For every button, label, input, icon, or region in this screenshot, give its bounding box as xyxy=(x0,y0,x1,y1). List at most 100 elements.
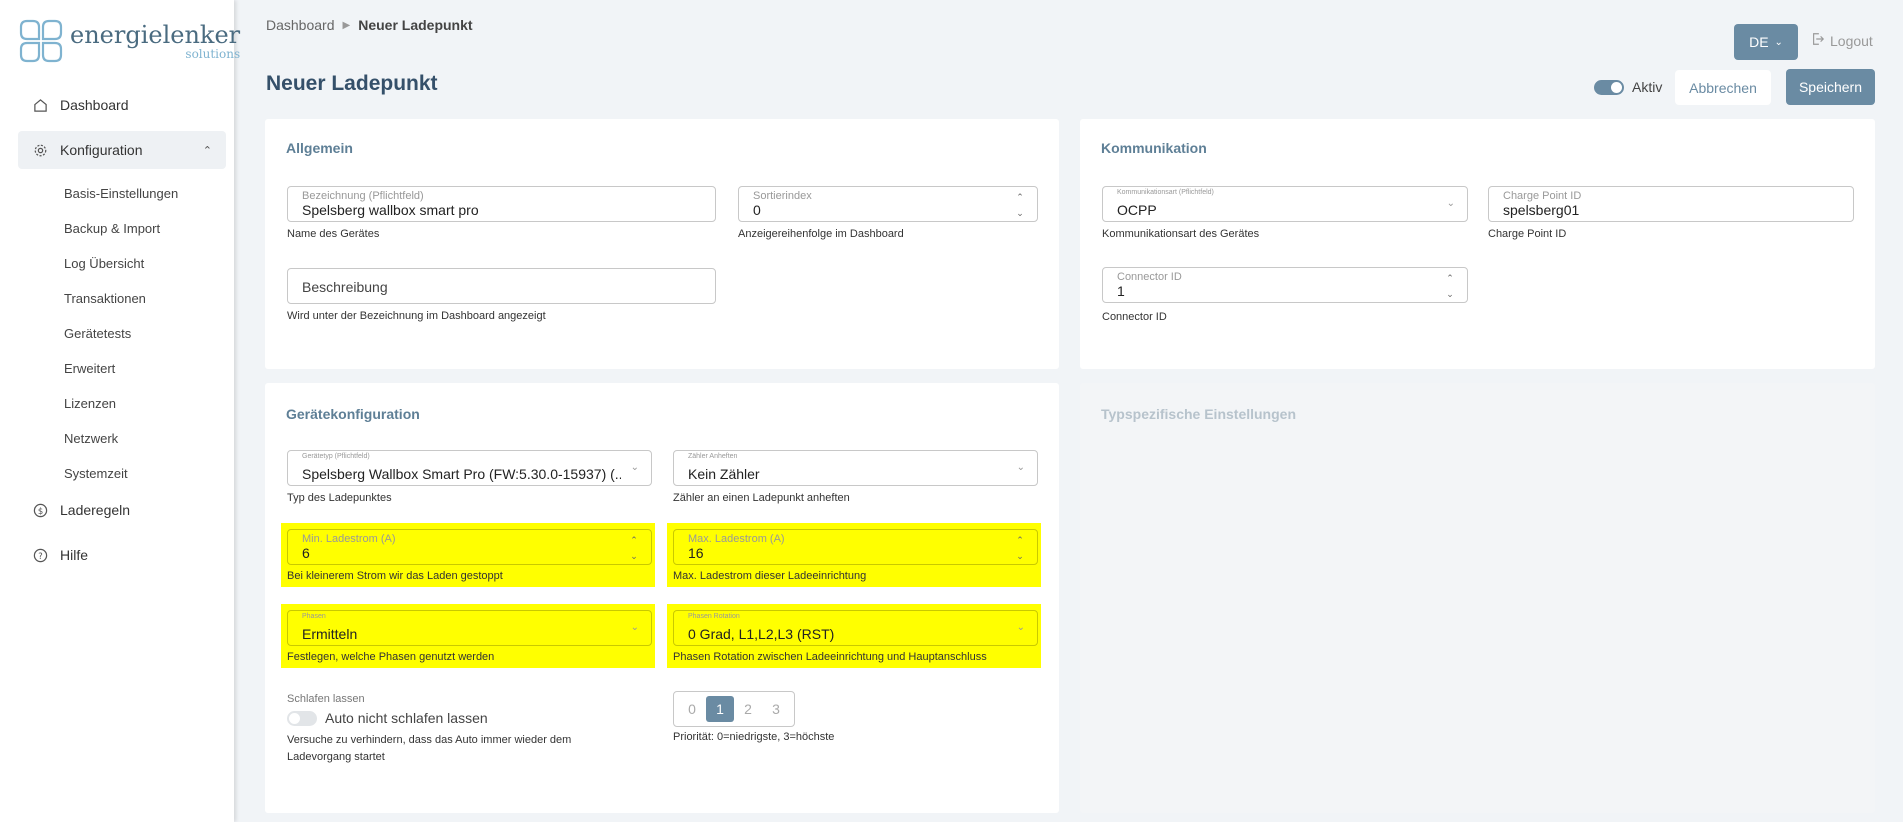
priority-setting: 0 1 2 3 Priorität: 0=niedrigste, 3=höchs… xyxy=(673,691,834,743)
connector-id-input[interactable]: Connector ID 1 ⌃ ⌄ xyxy=(1102,267,1468,303)
subnav-item[interactable]: Transaktionen xyxy=(64,281,226,316)
field-help: Phasen Rotation zwischen Ladeeinrichtung… xyxy=(673,651,987,663)
logo-name: energielenker xyxy=(70,20,241,49)
save-button[interactable]: Speichern xyxy=(1786,69,1875,105)
logo-sub: solutions xyxy=(185,46,241,61)
breadcrumb: Dashboard ▶ Neuer Ladepunkt xyxy=(266,17,473,33)
chevron-down-icon: ⌄ xyxy=(630,622,639,633)
active-toggle[interactable]: Aktiv xyxy=(1594,79,1662,95)
field-label: Gerätetyp (Pflichtfeld) xyxy=(302,453,370,460)
field-phasen: Phasen Ermitteln ⌄ Festlegen, welche Pha… xyxy=(281,604,655,668)
field-connector-id: Connector ID 1 ⌃ ⌄ Connector ID xyxy=(1102,267,1468,326)
nav-dashboard[interactable]: Dashboard xyxy=(18,86,226,124)
cancel-button[interactable]: Abbrechen xyxy=(1675,70,1771,105)
priority-option[interactable]: 3 xyxy=(762,696,790,722)
field-value: 16 xyxy=(688,545,704,561)
chevron-down-icon: ⌄ xyxy=(1016,622,1025,633)
card-typspezifisch: Typspezifische Einstellungen xyxy=(1080,383,1875,813)
language-button[interactable]: DE ⌄ xyxy=(1734,24,1798,60)
breadcrumb-dashboard[interactable]: Dashboard xyxy=(266,17,335,33)
stepper-icon[interactable]: ⌃ ⌄ xyxy=(1445,272,1455,300)
subnav-item[interactable]: Gerätetests xyxy=(64,316,226,351)
field-value: 0 Grad, L1,L2,L3 (RST) xyxy=(688,626,835,642)
sortierindex-input[interactable]: Sortierindex 0 ⌃ ⌄ xyxy=(738,186,1038,222)
priority-selector[interactable]: 0 1 2 3 xyxy=(673,691,795,727)
field-label: Zähler Anheften xyxy=(688,453,738,460)
stepper-icon[interactable]: ⌃ ⌄ xyxy=(1015,534,1025,562)
card-title: Typspezifische Einstellungen xyxy=(1101,406,1297,422)
priority-option[interactable]: 0 xyxy=(678,696,706,722)
subnav-item[interactable]: Systemzeit xyxy=(64,456,226,491)
sleep-toggle-label: Auto nicht schlafen lassen xyxy=(325,710,488,726)
chevron-down-icon: ⌄ xyxy=(1774,36,1783,48)
field-help: Anzeigereihenfolge im Dashboard xyxy=(738,228,904,240)
field-charge-point-id: Charge Point ID spelsberg01 Charge Point… xyxy=(1488,186,1854,243)
field-help: Max. Ladestrom dieser Ladeeinrichtung xyxy=(673,570,867,582)
field-help: Zähler an einen Ladepunkt anheften xyxy=(673,492,850,504)
beschreibung-input[interactable]: Beschreibung xyxy=(287,268,716,304)
field-label: Min. Ladestrom (A) xyxy=(302,533,396,545)
page-title: Neuer Ladepunkt xyxy=(266,72,438,95)
subnav-item[interactable]: Erweitert xyxy=(64,351,226,386)
charge-point-id-input[interactable]: Charge Point ID spelsberg01 xyxy=(1488,186,1854,222)
field-zaehler: Zähler Anheften Kein Zähler ⌄ Zähler an … xyxy=(673,450,1038,507)
logo[interactable]: energielenker solutions xyxy=(18,18,240,64)
sleep-label: Schlafen lassen xyxy=(287,693,365,705)
card-title: Allgemein xyxy=(286,140,353,156)
field-help: Name des Gerätes xyxy=(287,228,380,240)
field-bezeichnung: Bezeichnung (Pflichtfeld) Spelsberg wall… xyxy=(287,186,716,243)
chevron-up-icon[interactable]: ⌃ xyxy=(203,144,212,157)
field-geraetetyp: Gerätetyp (Pflichtfeld) Spelsberg Wallbo… xyxy=(287,450,652,507)
chevron-down-icon: ⌄ xyxy=(630,462,639,473)
field-value: OCPP xyxy=(1117,202,1157,218)
field-value: Spelsberg Wallbox Smart Pro (FW:5.30.0-1… xyxy=(302,466,621,482)
help-circle-icon: ? xyxy=(32,547,48,563)
logo-icon xyxy=(19,19,63,63)
field-help: Wird unter der Bezeichnung im Dashboard … xyxy=(287,310,546,322)
breadcrumb-current: Neuer Ladepunkt xyxy=(358,17,473,33)
subnav-item[interactable]: Netzwerk xyxy=(64,421,226,456)
language-label: DE xyxy=(1749,34,1769,50)
card-kommunikation: Kommunikation Kommunikationsart (Pflicht… xyxy=(1080,119,1875,369)
field-label: Max. Ladestrom (A) xyxy=(688,533,785,545)
stepper-icon[interactable]: ⌃ ⌄ xyxy=(1015,191,1025,219)
active-label: Aktiv xyxy=(1632,79,1663,95)
logout-link[interactable]: Logout xyxy=(1811,32,1873,49)
stepper-icon[interactable]: ⌃ ⌄ xyxy=(629,534,639,562)
phasen-rotation-select[interactable]: Phasen Rotation 0 Grad, L1,L2,L3 (RST) ⌄ xyxy=(673,610,1038,646)
card-allgemein: Allgemein Bezeichnung (Pflichtfeld) Spel… xyxy=(265,119,1059,369)
subnav-item[interactable]: Log Übersicht xyxy=(64,246,226,281)
sidebar: energielenker solutions Dashboard Konfig… xyxy=(0,0,240,822)
home-icon xyxy=(32,97,48,113)
field-min-ladestrom: Min. Ladestrom (A) 6 ⌃ ⌄ Bei kleinerem St… xyxy=(281,523,655,587)
card-geraetekonfiguration: Gerätekonfiguration Gerätetyp (Pflichtfe… xyxy=(265,383,1059,813)
max-ladestrom-input[interactable]: Max. Ladestrom (A) 16 ⌃ ⌄ xyxy=(673,529,1038,565)
priority-option-selected[interactable]: 1 xyxy=(706,696,734,722)
nav-laderegeln[interactable]: $ Laderegeln xyxy=(18,491,226,529)
zaehler-select[interactable]: Zähler Anheften Kein Zähler ⌄ xyxy=(673,450,1038,486)
chevron-down-icon: ⌄ xyxy=(1446,198,1455,209)
min-ladestrom-input[interactable]: Min. Ladestrom (A) 6 ⌃ ⌄ xyxy=(287,529,652,565)
subnav-item[interactable]: Basis-Einstellungen xyxy=(64,176,226,211)
subnav-item[interactable]: Lizenzen xyxy=(64,386,226,421)
field-value: 6 xyxy=(302,545,310,561)
phasen-select[interactable]: Phasen Ermitteln ⌄ xyxy=(287,610,652,646)
field-phasen-rotation: Phasen Rotation 0 Grad, L1,L2,L3 (RST) ⌄… xyxy=(667,604,1041,668)
field-help: Kommunikationsart des Gerätes xyxy=(1102,228,1260,240)
nav-konfiguration[interactable]: Konfiguration ⌃ xyxy=(18,131,226,169)
bezeichnung-input[interactable]: Bezeichnung (Pflichtfeld) Spelsberg wall… xyxy=(287,186,716,222)
kommunikationsart-select[interactable]: Kommunikationsart (Pflichtfeld) OCPP ⌄ xyxy=(1102,186,1468,222)
field-beschreibung: Beschreibung Wird unter der Bezeichnung … xyxy=(287,268,716,325)
priority-option[interactable]: 2 xyxy=(734,696,762,722)
nav-konfiguration-label: Konfiguration xyxy=(60,142,143,158)
nav-laderegeln-label: Laderegeln xyxy=(60,502,131,518)
subnav-item[interactable]: Backup & Import xyxy=(64,211,226,246)
sleep-switch[interactable] xyxy=(287,710,317,726)
geraetetyp-select[interactable]: Gerätetyp (Pflichtfeld) Spelsberg Wallbo… xyxy=(287,450,652,486)
nav-hilfe[interactable]: ? Hilfe xyxy=(18,536,226,574)
active-switch[interactable] xyxy=(1594,79,1624,95)
card-title: Kommunikation xyxy=(1101,140,1207,156)
field-label: Connector ID xyxy=(1117,271,1182,283)
sleep-toggle-row[interactable]: Auto nicht schlafen lassen xyxy=(287,710,607,726)
field-sortierindex: Sortierindex 0 ⌃ ⌄ Anzeigereihenfolge im … xyxy=(738,186,1038,243)
